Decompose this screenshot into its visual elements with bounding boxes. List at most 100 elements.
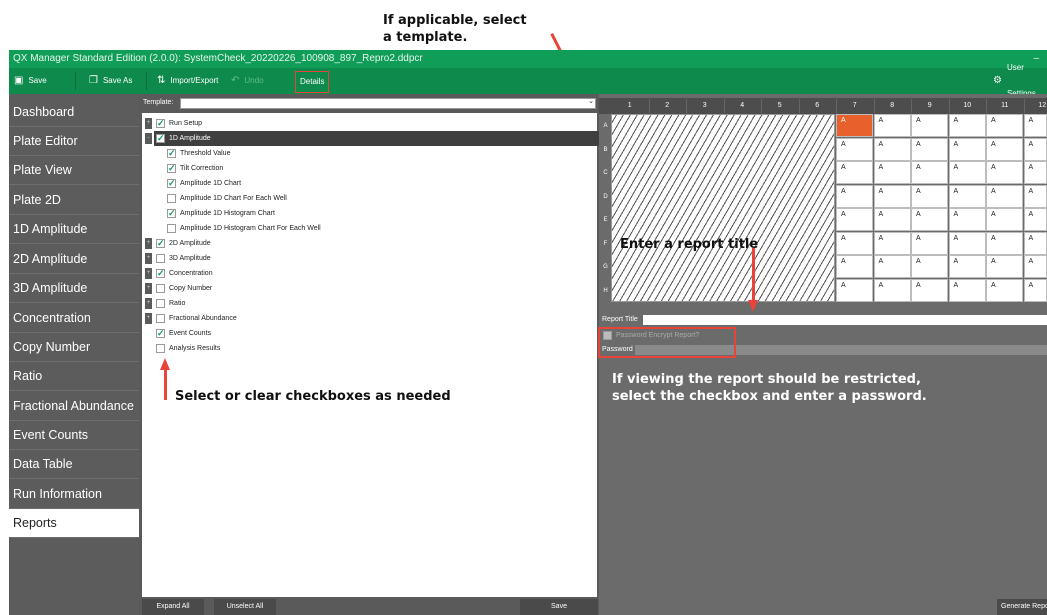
tree-item-checkbox[interactable] [156, 344, 165, 353]
plate-well[interactable]: A [836, 161, 873, 184]
plate-column-header[interactable]: 12 [1024, 99, 1047, 113]
plate-well[interactable]: A [986, 161, 1023, 184]
tree-item-checkbox[interactable] [167, 194, 176, 203]
plate-row-header[interactable]: B [600, 147, 611, 153]
plate-well[interactable]: A [836, 114, 873, 137]
plate-well[interactable]: A [836, 208, 873, 231]
report-title-input[interactable] [643, 315, 1047, 325]
sidebar-item-plate-view[interactable]: Plate View [9, 156, 139, 185]
sidebar-item-concentration[interactable]: Concentration [9, 304, 139, 333]
plate-well[interactable]: A [986, 231, 1023, 255]
sidebar-item-dashboard[interactable]: Dashboard [9, 98, 139, 127]
tree-expander-icon[interactable]: + [145, 313, 152, 324]
tree-item-checkbox[interactable] [167, 161, 176, 176]
tree-item-checkbox[interactable] [156, 254, 165, 263]
plate-well[interactable]: A [873, 184, 911, 208]
tree-expander-icon[interactable]: + [145, 253, 152, 264]
plate-well[interactable]: A [1023, 184, 1047, 208]
plate-well[interactable]: A [1023, 114, 1047, 137]
plate-well[interactable]: A [986, 184, 1023, 208]
plate-well[interactable]: A [1023, 278, 1047, 302]
sidebar-item-plate-editor[interactable]: Plate Editor [9, 127, 139, 156]
tree-item[interactable]: Copy Number [156, 281, 597, 296]
plate-row-header[interactable]: C [600, 170, 611, 176]
plate-well[interactable]: A [986, 114, 1023, 137]
plate-well[interactable]: A [948, 184, 986, 208]
plate-column-header[interactable]: 6 [799, 99, 837, 113]
save-as-button[interactable]: ❐ Save As [89, 68, 132, 94]
plate-column-header[interactable]: 10 [949, 99, 987, 113]
tree-expander-icon[interactable]: + [145, 238, 152, 249]
tree-item[interactable]: Amplitude 1D Histogram Chart For Each We… [167, 221, 597, 236]
sidebar-item-2d-amplitude[interactable]: 2D Amplitude [9, 245, 139, 274]
plate-well[interactable]: A [873, 231, 911, 255]
plate-column-header[interactable]: 9 [911, 99, 950, 113]
tree-item[interactable]: 3D Amplitude [156, 251, 597, 266]
plate-well[interactable]: A [873, 114, 911, 137]
plate-well[interactable]: A [1023, 231, 1047, 255]
plate-column-header[interactable]: 5 [761, 99, 800, 113]
plate-well[interactable]: A [911, 114, 948, 137]
plate-well[interactable]: A [986, 137, 1023, 161]
tree-item[interactable]: Run Setup [156, 116, 597, 131]
tree-item-checkbox[interactable] [156, 266, 165, 281]
plate-row-header[interactable]: F [600, 241, 611, 247]
tree-item[interactable]: Amplitude 1D Histogram Chart [167, 206, 597, 221]
tree-expander-icon[interactable]: + [145, 118, 152, 129]
tree-item-checkbox[interactable] [156, 131, 165, 146]
plate-well[interactable]: A [948, 137, 986, 161]
plate-column-header[interactable]: 1 [611, 99, 650, 113]
tree-item-checkbox[interactable] [156, 326, 165, 341]
unselect-all-button[interactable]: Unselect All [214, 599, 276, 615]
tree-expander-icon[interactable]: + [145, 268, 152, 279]
sidebar-item-run-information[interactable]: Run Information [9, 480, 139, 509]
tree-item-checkbox[interactable] [167, 206, 176, 221]
plate-well[interactable]: A [836, 278, 873, 302]
plate-well[interactable]: A [911, 231, 948, 255]
sidebar-item-event-counts[interactable]: Event Counts [9, 421, 139, 450]
tree-item[interactable]: Fractional Abundance [156, 311, 597, 326]
undo-button[interactable]: ↶ Undo [231, 68, 264, 94]
plate-well[interactable]: A [873, 161, 911, 184]
plate-well[interactable]: A [948, 255, 986, 278]
sidebar-item-plate-2d[interactable]: Plate 2D [9, 186, 139, 215]
expand-all-button[interactable]: Expand All [142, 599, 204, 615]
save-button[interactable]: ▣ Save [14, 68, 47, 94]
plate-well[interactable]: A [1023, 161, 1047, 184]
sidebar-item-reports[interactable]: Reports [9, 509, 139, 538]
tree-item[interactable]: Amplitude 1D Chart For Each Well [167, 191, 597, 206]
tree-item[interactable]: Ratio [156, 296, 597, 311]
tree-item[interactable]: 2D Amplitude [156, 236, 597, 251]
plate-well[interactable]: A [911, 278, 948, 302]
plate-column-header[interactable]: 8 [874, 99, 912, 113]
plate-column-header[interactable]: 7 [836, 99, 875, 113]
plate-row-header[interactable]: H [600, 288, 611, 294]
plate-well[interactable]: A [1023, 137, 1047, 161]
plate-well[interactable]: A [873, 278, 911, 302]
tree-item-checkbox[interactable] [156, 284, 165, 293]
details-button[interactable]: Details [295, 71, 330, 93]
tree-item-checkbox[interactable] [156, 236, 165, 251]
plate-well[interactable]: A [836, 255, 873, 278]
tree-item[interactable]: Tilt Correction [167, 161, 597, 176]
sidebar-item-1d-amplitude[interactable]: 1D Amplitude [9, 215, 139, 244]
tree-item-checkbox[interactable] [156, 299, 165, 308]
plate-column-header[interactable]: 3 [686, 99, 725, 113]
tree-item-checkbox[interactable] [167, 224, 176, 233]
plate-well[interactable]: A [1023, 255, 1047, 278]
plate-column-header[interactable]: 2 [649, 99, 687, 113]
plate-row-header[interactable]: G [600, 264, 611, 270]
plate-row-header[interactable]: A [600, 123, 611, 129]
plate-well[interactable]: A [986, 208, 1023, 231]
sidebar-item-data-table[interactable]: Data Table [9, 450, 139, 479]
save-report-settings-button[interactable]: Save [520, 599, 598, 615]
plate-well[interactable]: A [986, 255, 1023, 278]
plate-well[interactable]: A [911, 255, 948, 278]
tree-item[interactable]: Threshold Value [167, 146, 597, 161]
plate-well[interactable]: A [911, 137, 948, 161]
sidebar-item-ratio[interactable]: Ratio [9, 362, 139, 391]
plate-well[interactable]: A [836, 137, 873, 161]
plate-well[interactable]: A [873, 255, 911, 278]
sidebar-item-3d-amplitude[interactable]: 3D Amplitude [9, 274, 139, 303]
plate-row-header[interactable]: E [600, 217, 611, 223]
